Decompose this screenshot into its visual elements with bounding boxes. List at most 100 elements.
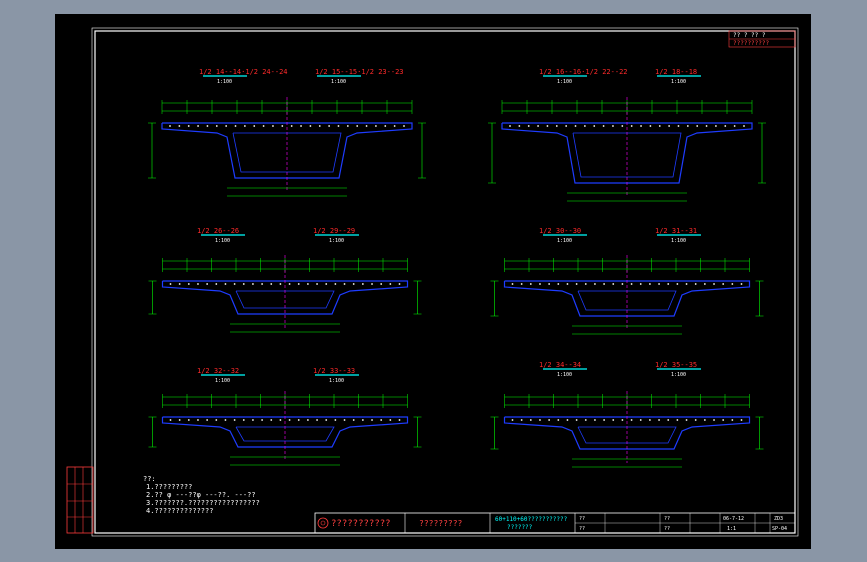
rebar-dot	[676, 419, 679, 421]
rebar-dot	[630, 125, 633, 127]
rebar-dot	[612, 283, 615, 285]
rebar-dot	[603, 419, 605, 421]
rebar-dot	[539, 419, 541, 421]
rebar-dot	[740, 419, 743, 421]
section-title-left: 1/2 26--26	[197, 227, 239, 235]
rebar-dot	[375, 125, 377, 127]
rebar-dot	[272, 125, 274, 127]
rebar-dot	[337, 125, 340, 127]
rebar-dot	[371, 419, 373, 421]
rebar-dot	[537, 125, 539, 127]
rebar-dot	[197, 419, 199, 421]
scale-label-right: 1:100	[329, 378, 344, 384]
rebar-dot	[325, 419, 328, 421]
review-label: ??	[664, 516, 670, 522]
box-cell-outline	[577, 426, 677, 444]
rebar-dot	[731, 419, 734, 421]
rebar-dot	[270, 283, 273, 285]
rebar-dot	[705, 125, 708, 127]
rebar-dot	[518, 125, 521, 127]
rebar-dot	[594, 419, 596, 421]
rebar-dot	[197, 125, 199, 127]
rebar-dot	[384, 125, 387, 127]
rebar-dot	[731, 283, 734, 285]
rebar-dot	[297, 283, 300, 285]
rebar-dot	[343, 419, 346, 421]
rebar-dot	[380, 419, 383, 421]
rebar-dot	[318, 125, 321, 127]
rebar-dot	[557, 283, 560, 285]
rebar-dot	[639, 283, 642, 285]
rebar-dot	[290, 125, 293, 127]
rebar-dot	[215, 283, 218, 285]
rebar-dot	[694, 283, 697, 285]
rebar-dot	[279, 283, 282, 285]
note-line-4: 4.??????????????	[146, 507, 214, 515]
outer-border	[94, 30, 796, 534]
section-title-left: 1/2 34--34	[539, 361, 581, 369]
rebar-dot	[566, 283, 569, 285]
section-title-left: 1/2 30--30	[539, 227, 581, 235]
section-title-right: 1/2 33--33	[313, 367, 355, 375]
rebar-dot	[215, 419, 218, 421]
rebar-dot	[529, 419, 532, 421]
rebar-dot	[169, 125, 171, 127]
inner-border	[91, 27, 799, 537]
rebar-dot	[398, 419, 401, 421]
rebar-dot	[621, 283, 624, 285]
rebar-dot	[224, 283, 227, 285]
rebar-dot	[566, 419, 569, 421]
rebar-dot	[371, 283, 373, 285]
rebar-dot	[667, 419, 670, 421]
note-line-2: 2.?? φ ---??φ ---??. ---??	[146, 491, 256, 499]
rebar-dot	[206, 125, 209, 127]
rebar-dot	[352, 283, 355, 285]
company-name: ???????????	[331, 519, 391, 529]
rebar-dot	[253, 125, 256, 127]
rebar-dot	[316, 283, 318, 285]
note-line-1: 1.?????????	[146, 483, 193, 491]
rebar-dot	[389, 283, 392, 285]
cad-drawing: ?? ? ?? ? ?????????? 1/2 14--14·1/2 24--…	[66, 27, 799, 537]
rebar-dot	[612, 419, 615, 421]
note-line-3: 3.???????.?????????????????	[146, 499, 260, 507]
rebar-dot	[715, 125, 717, 127]
rebar-dot	[403, 125, 405, 127]
rebar-dot	[565, 125, 568, 127]
rebar-dot	[630, 283, 633, 285]
rebar-dot	[187, 419, 190, 421]
rebar-dot	[398, 283, 401, 285]
scale-label-left: 1:100	[557, 79, 572, 85]
cross-section-s5: 1/2 32--32 1/2 33--33 1:100 1:100	[148, 367, 422, 466]
rebar-dot	[713, 283, 715, 285]
rebar-dot	[361, 283, 364, 285]
rebar-dot	[252, 419, 254, 421]
rebar-dot	[252, 283, 254, 285]
corner-tag: ?? ? ?? ? ??????????	[728, 30, 796, 48]
rebar-dot	[539, 283, 541, 285]
rebar-dot	[677, 125, 680, 127]
section-title-right: 1/2 35--35	[655, 361, 697, 369]
scale-label-left: 1:100	[215, 378, 230, 384]
section-title-left: 1/2 32--32	[197, 367, 239, 375]
rebar-dot	[555, 125, 558, 127]
rebar-dot	[527, 125, 530, 127]
rebar-dot	[325, 283, 328, 285]
rebar-dot	[316, 419, 318, 421]
rebar-dot	[658, 283, 660, 285]
rebar-dot	[206, 419, 209, 421]
rebar-dot	[393, 125, 396, 127]
rebar-dot	[242, 283, 245, 285]
scale-label-right: 1:100	[329, 238, 344, 244]
scale-label-right: 1:100	[671, 238, 686, 244]
rebar-dot	[583, 125, 586, 127]
cross-section-s2: 1/2 16--16·1/2 22--22 1/2 18--18 1:100 1:10…	[488, 68, 766, 202]
rebar-dot	[520, 419, 523, 421]
notes-block: ??: 1.????????? 2.?? φ ---??φ ---??. ---…	[143, 475, 260, 515]
rebar-dot	[509, 125, 511, 127]
drawing-title: 60+110+60???????????	[495, 516, 568, 523]
rebar-dot	[356, 125, 359, 127]
rebar-dot	[685, 283, 688, 285]
cross-section-s4: 1/2 30--30 1/2 31--31 1:100 1:100	[490, 227, 764, 335]
rebar-dot	[261, 283, 263, 285]
